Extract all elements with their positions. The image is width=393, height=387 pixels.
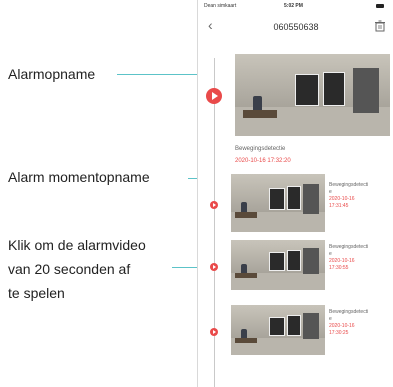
event-date: 2020-10-16 [329, 258, 355, 264]
callout-click-line1: Klik om de alarmvideo [8, 237, 146, 253]
play-event-video-icon[interactable] [210, 263, 218, 271]
event-type: Bewegingsdetecti [329, 244, 369, 250]
event-snapshot-thumbnail[interactable] [231, 240, 325, 290]
phone-screen: Dean simkaart 5:02 PM ‹ 060550638 Bewegi… [197, 0, 393, 387]
list-item-info: Bewegingsdetecti e 2020-10-16 17:31:45 [329, 182, 391, 210]
alarm-recording-thumbnail[interactable] [235, 54, 390, 136]
event-date: 2020-10-16 [329, 196, 355, 202]
main-event-type: Bewegingsdetectie [235, 146, 286, 152]
event-time: 17:30:25 [329, 330, 349, 336]
event-time: 17:30:55 [329, 265, 349, 271]
event-type: Bewegingsdetecti [329, 182, 369, 188]
battery-icon [376, 4, 384, 8]
callout-alarm-recording: Alarmopname [8, 66, 96, 82]
event-type-cont: e [329, 251, 332, 257]
list-item-info: Bewegingsdetecti e 2020-10-16 17:30:55 [329, 244, 391, 272]
event-snapshot-thumbnail[interactable] [231, 174, 325, 232]
list-item-info: Bewegingsdetecti e 2020-10-16 17:30:25 [329, 309, 391, 337]
status-time: 5:02 PM [284, 3, 303, 9]
event-type: Bewegingsdetecti [329, 309, 369, 315]
play-event-video-icon[interactable] [210, 201, 218, 209]
event-type-cont: e [329, 189, 332, 195]
trash-icon[interactable] [374, 20, 386, 32]
main-event-timestamp: 2020-10-16 17:32:20 [235, 158, 291, 164]
event-snapshot-thumbnail[interactable] [231, 305, 325, 355]
timeline-line [214, 58, 215, 387]
event-date: 2020-10-16 [329, 323, 355, 329]
status-carrier: Dean simkaart [204, 3, 237, 9]
status-bar: Dean simkaart 5:02 PM [198, 0, 393, 12]
callout-click-line2: van 20 seconden af [8, 261, 131, 277]
callout-click-line3: te spelen [8, 285, 65, 301]
event-type-cont: e [329, 316, 332, 322]
page-title: 060550638 [273, 22, 319, 32]
play-alarm-video-icon[interactable] [206, 88, 222, 104]
callout-alarm-snapshot: Alarm momentopname [8, 169, 150, 185]
play-event-video-icon[interactable] [210, 328, 218, 336]
event-time: 17:31:45 [329, 203, 349, 209]
